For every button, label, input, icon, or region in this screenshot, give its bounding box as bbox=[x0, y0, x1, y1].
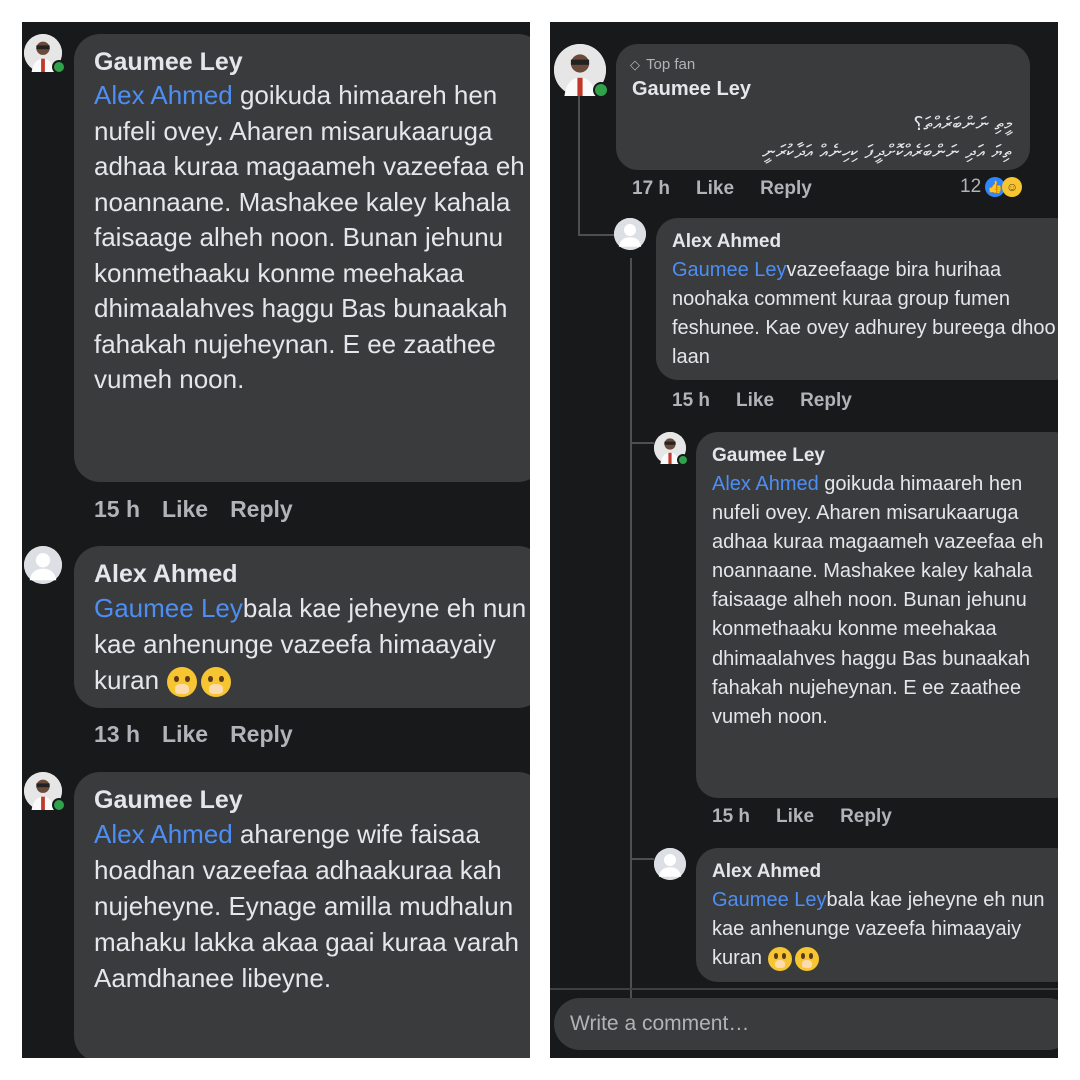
mention-link[interactable]: Alex Ahmed bbox=[94, 819, 233, 849]
like-button[interactable]: Like bbox=[162, 496, 208, 523]
comment-author[interactable]: Alex Ahmed bbox=[94, 558, 530, 590]
comment-author[interactable]: Gaumee Ley bbox=[712, 442, 1058, 470]
thread-connector bbox=[630, 442, 654, 444]
mention-link[interactable]: Alex Ahmed bbox=[712, 473, 819, 495]
reply-bubble: Gaumee Ley Alex Ahmed goikuda himaareh h… bbox=[696, 432, 1058, 798]
composer-placeholder[interactable]: Write a comment… bbox=[570, 1012, 749, 1036]
avatar[interactable] bbox=[24, 772, 66, 812]
comment-composer[interactable]: Write a comment… bbox=[554, 998, 1058, 1050]
mention-link[interactable]: Gaumee Ley bbox=[672, 259, 787, 281]
comment-time[interactable]: 15 h bbox=[672, 390, 710, 412]
online-indicator bbox=[677, 454, 689, 466]
thread-line bbox=[578, 96, 580, 236]
avatar[interactable] bbox=[24, 34, 66, 74]
comment-text: މީތި ނަންބަރެއްތަ؟ bbox=[913, 113, 1012, 135]
avatar-default[interactable] bbox=[614, 218, 646, 250]
left-screenshot: Gaumee Ley Alex Ahmed goikuda himaareh h… bbox=[22, 22, 530, 1058]
avatar-default[interactable] bbox=[24, 546, 62, 584]
top-fan-badge: Top fan bbox=[646, 56, 696, 73]
like-button[interactable]: Like bbox=[162, 721, 208, 748]
avatar[interactable] bbox=[554, 44, 609, 98]
like-button[interactable]: Like bbox=[736, 390, 774, 412]
comment-author[interactable]: Gaumee Ley bbox=[632, 78, 751, 101]
reply-bubble: Alex Ahmed Gaumee Leybala kae jeheyne eh… bbox=[696, 848, 1058, 982]
haha-reaction-icon: ☺ bbox=[1002, 177, 1023, 197]
face-with-hand-over-mouth-icon bbox=[201, 667, 232, 698]
comment-bubble: Alex Ahmed Gaumee Leybala kae jeheyne eh… bbox=[74, 546, 530, 708]
comment-time[interactable]: 13 h bbox=[94, 721, 140, 748]
comment-author[interactable]: Alex Ahmed bbox=[712, 858, 1058, 886]
thread-line bbox=[630, 258, 632, 1018]
reply-button[interactable]: Reply bbox=[230, 496, 293, 523]
comment-text: goikuda himaareh hen nufeli ovey. Aharen… bbox=[712, 473, 1044, 728]
online-indicator bbox=[52, 798, 66, 812]
diamond-icon: ◇ bbox=[630, 56, 640, 72]
reaction-summary[interactable]: 12 👍 ☺ bbox=[960, 176, 1023, 198]
avatar-default[interactable] bbox=[654, 848, 686, 880]
comment-author[interactable]: Alex Ahmed bbox=[672, 228, 1058, 256]
reaction-count: 12 bbox=[960, 176, 982, 197]
online-indicator bbox=[593, 82, 609, 98]
reply-button[interactable]: Reply bbox=[840, 806, 892, 828]
comment-bubble: Gaumee Ley Alex Ahmed aharenge wife fais… bbox=[74, 772, 530, 1058]
avatar[interactable] bbox=[654, 432, 689, 466]
comment-time[interactable]: 15 h bbox=[712, 806, 750, 828]
reply-bubble: Alex Ahmed Gaumee Leyvazeefaage bira hur… bbox=[656, 218, 1058, 380]
comment-time[interactable]: 15 h bbox=[94, 496, 140, 523]
comment-author[interactable]: Gaumee Ley bbox=[94, 784, 530, 816]
like-button[interactable]: Like bbox=[696, 178, 734, 200]
mention-link[interactable]: Gaumee Ley bbox=[712, 889, 827, 911]
comment-text: ތިޔަ އަދި ނަންބަރެއްކޮށްދީފަ ކިހިނެއް އަ… bbox=[762, 141, 1012, 163]
reply-button[interactable]: Reply bbox=[760, 178, 812, 200]
comment-bubble: Gaumee Ley Alex Ahmed goikuda himaareh h… bbox=[74, 34, 530, 482]
right-screenshot: ◇ Top fan Gaumee Ley މީތި ނަންބަރެއްތަ؟ … bbox=[550, 22, 1058, 1058]
thread-connector bbox=[578, 234, 614, 236]
mention-link[interactable]: Gaumee Ley bbox=[94, 593, 243, 623]
comment-bubble: ◇ Top fan Gaumee Ley މީތި ނަންބަރެއްތަ؟ … bbox=[616, 44, 1030, 170]
face-with-hand-over-mouth-icon bbox=[167, 667, 198, 698]
comment-time[interactable]: 17 h bbox=[632, 178, 670, 200]
reply-button[interactable]: Reply bbox=[230, 721, 293, 748]
comment-author[interactable]: Gaumee Ley bbox=[94, 46, 530, 78]
composer-divider bbox=[550, 988, 1058, 990]
mention-link[interactable]: Alex Ahmed bbox=[94, 80, 233, 110]
online-indicator bbox=[52, 60, 66, 74]
face-with-hand-over-mouth-icon bbox=[795, 946, 820, 971]
like-button[interactable]: Like bbox=[776, 806, 814, 828]
comment-text: goikuda himaareh hen nufeli ovey. Aharen… bbox=[94, 80, 525, 394]
face-with-hand-over-mouth-icon bbox=[768, 946, 793, 971]
thread-connector bbox=[630, 858, 654, 860]
reply-button[interactable]: Reply bbox=[800, 390, 852, 412]
